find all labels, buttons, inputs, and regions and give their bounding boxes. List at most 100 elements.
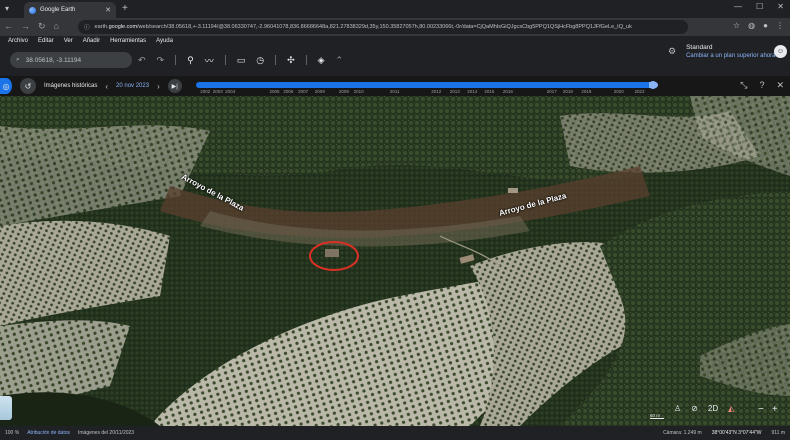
- map-zoom-level: 100 %: [5, 430, 20, 436]
- collapse-chevron-up-icon[interactable]: ⌃: [336, 55, 344, 66]
- url-path: /web/search/38.05618,+-3.11194/@38.06330…: [137, 24, 632, 30]
- menu-ver[interactable]: Ver: [64, 38, 73, 44]
- zoom-in-icon[interactable]: +: [772, 404, 778, 415]
- tab-title: Google Earth: [40, 7, 76, 13]
- menu-ayuda[interactable]: Ayuda: [156, 38, 173, 44]
- timeline-year-2013[interactable]: 2013: [450, 89, 460, 94]
- minimap[interactable]: [0, 396, 12, 420]
- timeline-year-2017[interactable]: 2017: [547, 89, 557, 94]
- search-icon: ⌕: [16, 56, 20, 63]
- browser-menu-icon[interactable]: ⋮: [776, 21, 784, 30]
- satellite-map-view[interactable]: Arroyo de la Plaza Arroyo de la Plaza: [0, 96, 790, 426]
- help-icon[interactable]: ?: [759, 80, 764, 91]
- reload-icon[interactable]: ↻: [38, 21, 46, 32]
- back-icon[interactable]: ←: [4, 21, 13, 32]
- minimize-icon[interactable]: —: [734, 2, 742, 11]
- imagery-source-date: Imágenes del 20/11/2023: [78, 430, 135, 436]
- layers-toggle-icon[interactable]: ◎: [0, 78, 12, 94]
- timeline-year-2011[interactable]: 2011: [390, 89, 400, 94]
- data-attribution-link[interactable]: Atribución de datos: [27, 430, 70, 436]
- toolbar-divider: [275, 55, 277, 65]
- site-info-icon[interactable]: ⓘ: [84, 23, 90, 31]
- slideshow-icon[interactable]: ▭: [237, 55, 246, 66]
- menu-herramientas[interactable]: Herramientas: [110, 38, 146, 44]
- profile-icon[interactable]: ●: [763, 21, 768, 30]
- search-value: 38.05618, -3.11194: [25, 56, 82, 64]
- forward-icon[interactable]: →: [21, 21, 30, 32]
- timeline-thumb[interactable]: [649, 81, 658, 89]
- timeline-year-2003[interactable]: 2003: [213, 89, 223, 94]
- upgrade-plan-link[interactable]: Cambiar a un plan superior ahora: [686, 52, 775, 60]
- measure-icon[interactable]: ✣: [287, 55, 295, 66]
- timeline-year-2023[interactable]: 2023: [635, 89, 645, 94]
- pegman-icon[interactable]: ♙: [674, 404, 681, 413]
- redo-icon[interactable]: ↷: [157, 55, 165, 66]
- timeline-year-2002[interactable]: 2002: [200, 89, 210, 94]
- map-scale: 60 m: [650, 413, 664, 419]
- extensions-icon[interactable]: ◍: [748, 21, 755, 30]
- next-date-chevron-icon[interactable]: ›: [157, 82, 160, 91]
- terrain-imagery[interactable]: [0, 96, 790, 426]
- timeline-year-2010[interactable]: 2010: [354, 89, 364, 94]
- timeline-year-2008[interactable]: 2008: [315, 89, 325, 94]
- timeline-year-2009[interactable]: 2009: [339, 89, 349, 94]
- timeline-year-2007[interactable]: 2007: [298, 89, 308, 94]
- imagery-timeline-slider[interactable]: 2002 2003 2004 2005 2006 2007 2008 2009 2010 2011…: [196, 81, 662, 96]
- home-icon[interactable]: ⌂: [54, 21, 59, 32]
- gear-icon[interactable]: ⚙: [668, 46, 676, 60]
- compass-icon[interactable]: ◭: [728, 404, 734, 413]
- search-input[interactable]: ⌕ 38.05618, -3.11194: [10, 52, 132, 68]
- maximize-icon[interactable]: ☐: [756, 2, 763, 11]
- timeline-year-2019[interactable]: 2019: [581, 89, 591, 94]
- view-mode-toggle[interactable]: 2D: [708, 404, 718, 413]
- tab-search-icon[interactable]: ▾: [5, 4, 9, 13]
- timeline-year-2018[interactable]: 2018: [563, 89, 573, 94]
- new-tab-icon[interactable]: +: [122, 3, 128, 14]
- zoom-out-icon[interactable]: −: [758, 404, 764, 415]
- timeline-year-2005[interactable]: 2005: [270, 89, 280, 94]
- reset-view-icon[interactable]: ↺: [20, 78, 36, 94]
- browser-tab[interactable]: Google Earth ✕: [24, 2, 116, 18]
- historical-imagery-label: Imágenes históricas: [44, 83, 98, 89]
- close-window-icon[interactable]: ✕: [777, 2, 784, 11]
- collapse-arrows-icon[interactable]: ⤡: [740, 80, 747, 91]
- url-text: earth.google.com/web/search/38.05618,+-3…: [95, 24, 632, 30]
- timeline-year-2016[interactable]: 2016: [503, 89, 513, 94]
- close-history-icon[interactable]: ✕: [776, 80, 784, 91]
- toolbar-divider: [224, 55, 226, 65]
- menu-anadir[interactable]: Añadir: [83, 38, 100, 44]
- timeline-year-2004[interactable]: 2004: [225, 89, 235, 94]
- cursor-coordinates: 38°00'43"N 3°07'44"W: [711, 430, 762, 436]
- timeline-year-2020[interactable]: 2020: [614, 89, 624, 94]
- ruler-off-icon[interactable]: ⊘: [691, 404, 698, 413]
- earth-toolbar: ↶ ↷ ⚲ 〰 ▭ ◷ ✣ ◈ ⌃: [138, 52, 343, 68]
- timeline-year-2012[interactable]: 2012: [431, 89, 441, 94]
- url-prefix: earth.: [94, 24, 109, 30]
- camera-altitude: Cámara: 1.249 m: [663, 430, 702, 436]
- address-toolbar: ← → ↻ ⌂ ⓘ earth.google.com/web/search/38…: [0, 18, 790, 36]
- play-timeline-icon[interactable]: ▶|: [167, 79, 182, 93]
- account-avatar[interactable]: ☺: [774, 45, 787, 58]
- cursor-elevation: 911 m: [771, 430, 785, 436]
- browser-tab-bar: ▾ Google Earth ✕ + — ☐ ✕: [0, 0, 790, 18]
- toolbar-divider: [175, 55, 177, 65]
- menu-bar: Archivo Editar Ver Añadir Herramientas A…: [8, 38, 173, 44]
- url-domain: google.com: [108, 24, 138, 30]
- plan-info: ⚙ Standard Cambiar a un plan superior ah…: [668, 44, 775, 60]
- placemark-icon[interactable]: ⚲: [187, 55, 194, 66]
- bookmark-star-icon[interactable]: ☆: [733, 21, 740, 30]
- timeline-track[interactable]: [196, 82, 658, 88]
- timeline-year-2014[interactable]: 2014: [467, 89, 477, 94]
- url-bar[interactable]: ⓘ earth.google.com/web/search/38.05618,+…: [78, 20, 688, 34]
- undo-icon[interactable]: ↶: [138, 55, 146, 66]
- timeline-year-2006[interactable]: 2006: [283, 89, 293, 94]
- menu-archivo[interactable]: Archivo: [8, 38, 28, 44]
- menu-editar[interactable]: Editar: [38, 38, 54, 44]
- close-tab-icon[interactable]: ✕: [105, 6, 111, 14]
- historical-imagery-icon[interactable]: ◷: [256, 55, 264, 66]
- previous-date-chevron-icon[interactable]: ‹: [105, 82, 108, 91]
- path-icon[interactable]: 〰: [205, 54, 214, 67]
- map-style-icon[interactable]: ◈: [318, 55, 325, 66]
- imagery-date: 20 nov 2023: [116, 83, 150, 89]
- timeline-year-2015[interactable]: 2015: [484, 89, 494, 94]
